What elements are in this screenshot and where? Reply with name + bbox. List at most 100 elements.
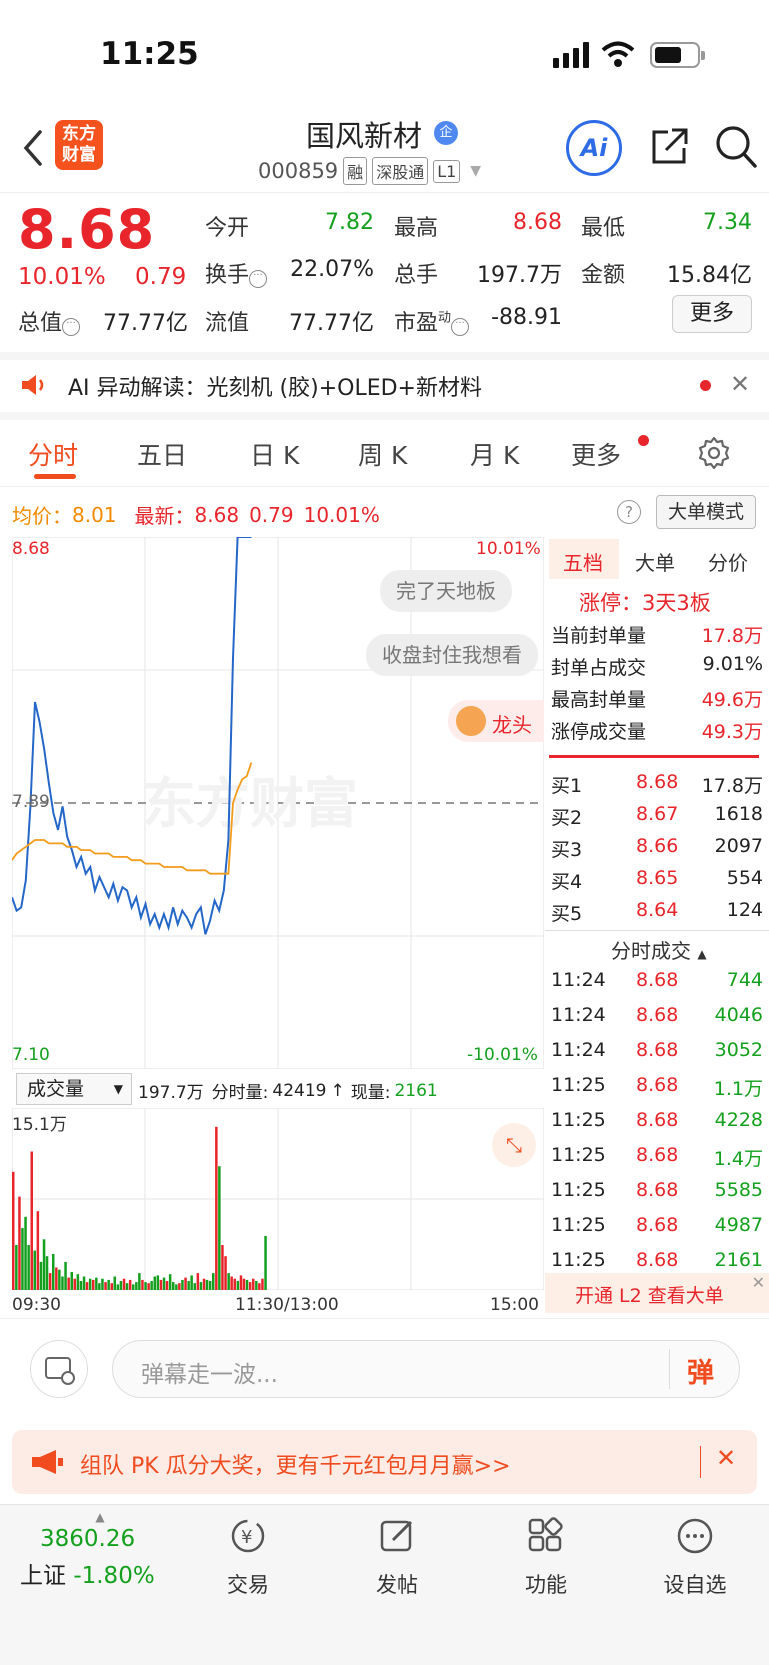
volume-bar xyxy=(61,1276,64,1290)
edit-icon xyxy=(380,1520,413,1552)
close-icon[interactable]: ✕ xyxy=(716,1444,736,1472)
volume-bar xyxy=(116,1284,120,1290)
volume-bar xyxy=(224,1256,227,1290)
comment-input[interactable]: 弹幕走一波... 弹 xyxy=(112,1340,740,1398)
volume-bar xyxy=(221,1245,224,1290)
volume-bar xyxy=(85,1282,89,1290)
volume-bar xyxy=(128,1279,132,1290)
more-circle-icon xyxy=(677,1518,713,1554)
trades-title[interactable]: 分时成交 ▲ xyxy=(611,935,707,964)
volume-bar xyxy=(144,1282,147,1290)
volume-bar xyxy=(30,1151,33,1290)
volume-bar xyxy=(239,1275,243,1290)
avg-label: 均价： xyxy=(12,504,72,528)
volume-bar xyxy=(52,1254,55,1290)
tab-daily-k[interactable]: 日 K xyxy=(250,436,299,472)
divider-red xyxy=(549,755,759,758)
danmaku-toggle-icon[interactable] xyxy=(30,1340,88,1398)
indicator-select[interactable]: 成交量 ▼ xyxy=(16,1073,132,1105)
tab-more[interactable]: 更多 xyxy=(571,436,621,472)
dropdown-caret-icon[interactable]: ▼ xyxy=(470,163,481,179)
promo-banner[interactable]: 组队 PK 瓜分大奖，更有千元红包月月赢>> ✕ xyxy=(12,1430,757,1494)
red-dot xyxy=(638,435,649,446)
status-time: 11:25 xyxy=(100,36,199,72)
volume-bar xyxy=(252,1278,255,1290)
volume-bar xyxy=(73,1278,76,1290)
low-value: 7.34 xyxy=(703,210,752,235)
help-icon[interactable]: ? xyxy=(617,500,641,524)
volume-bar xyxy=(196,1273,200,1290)
danmaku-bubble-dragon: 龙头 xyxy=(448,700,544,742)
volume-bar xyxy=(70,1272,73,1290)
pe-label: 市盈动 ··· xyxy=(394,305,470,337)
volume-bar xyxy=(208,1281,212,1290)
volume-bar xyxy=(181,1279,184,1290)
volume-bar xyxy=(135,1282,138,1290)
ai-button[interactable]: Ai xyxy=(566,120,622,176)
red-dot xyxy=(700,380,711,391)
l2-banner[interactable]: 开通 L2 查看大单 ✕ xyxy=(545,1273,769,1313)
tab-five-levels[interactable]: 五档 xyxy=(563,547,603,576)
volume-bar xyxy=(230,1276,233,1290)
volume-bar xyxy=(58,1269,61,1290)
tab-big-orders[interactable]: 大单 xyxy=(635,547,675,576)
volume-bar xyxy=(202,1278,206,1290)
settings-icon[interactable] xyxy=(697,436,731,470)
volume-bar xyxy=(18,1196,21,1290)
expand-icon[interactable]: ⤡ xyxy=(492,1123,536,1167)
send-danmaku-button[interactable]: 弹 xyxy=(687,1351,714,1390)
tab-monthly-k[interactable]: 月 K xyxy=(470,436,519,472)
volume-bar xyxy=(45,1256,49,1290)
volume-bar xyxy=(184,1277,187,1290)
tab-5day[interactable]: 五日 xyxy=(137,436,187,472)
float-cap-label: 流值 xyxy=(205,311,250,336)
nav-functions[interactable]: 功能 xyxy=(496,1516,596,1599)
yen-cycle-icon: ¥ xyxy=(231,1519,265,1553)
stock-name: 国风新材 xyxy=(306,119,423,153)
mascot-icon xyxy=(456,706,486,736)
volume-bar xyxy=(27,1245,30,1290)
intraday-chart[interactable]: 东方财富 xyxy=(12,537,544,1069)
stock-code: 000859 xyxy=(258,159,339,183)
volume-bar xyxy=(153,1276,156,1290)
volume-bar xyxy=(88,1278,92,1290)
volume-bar xyxy=(122,1278,126,1290)
watermark: 东方财富 xyxy=(142,772,358,835)
search-icon[interactable] xyxy=(714,124,758,170)
latest-change: 0.79 xyxy=(249,502,294,527)
amount-label: 金额 xyxy=(581,263,626,288)
volume-bar xyxy=(95,1277,98,1290)
volume-bar xyxy=(101,1278,104,1290)
back-icon[interactable] xyxy=(18,128,48,168)
volume-bar xyxy=(190,1275,193,1290)
latest-value: 8.68 xyxy=(194,502,240,527)
volume-bar xyxy=(21,1228,24,1290)
high-value: 8.68 xyxy=(513,210,562,235)
volume-bar xyxy=(132,1284,135,1290)
index-ticker[interactable]: ▲ 3860.26 上证 -1.80% xyxy=(20,1510,180,1590)
danmaku-bubble: 收盘封住我想看 xyxy=(366,634,538,676)
volume-bar xyxy=(162,1277,166,1290)
close-icon[interactable]: ✕ xyxy=(730,370,750,398)
volume-bar xyxy=(242,1278,246,1290)
big-order-mode-button[interactable]: 大单模式 xyxy=(656,495,756,529)
nav-trade[interactable]: ¥ 交易 xyxy=(198,1516,298,1599)
nav-add-watchlist[interactable]: 设自选 xyxy=(645,1516,745,1599)
volume-bar xyxy=(156,1275,160,1290)
volume-bar xyxy=(15,1245,18,1290)
close-icon[interactable]: ✕ xyxy=(752,1273,765,1292)
volume-bar xyxy=(150,1281,153,1290)
nav-post[interactable]: 发帖 xyxy=(347,1516,447,1599)
volume-bar xyxy=(199,1282,203,1290)
limit-up-info: 涨停：3天3板 xyxy=(579,591,711,615)
tab-weekly-k[interactable]: 周 K xyxy=(358,436,407,472)
signal-icon xyxy=(553,42,591,68)
tab-price-distribution[interactable]: 分价 xyxy=(708,547,748,576)
more-button[interactable]: 更多 xyxy=(672,295,752,333)
tab-underline xyxy=(34,474,76,479)
tab-intraday[interactable]: 分时 xyxy=(28,436,78,472)
volume-bar xyxy=(82,1276,86,1290)
share-icon[interactable] xyxy=(648,126,690,168)
volume-bar xyxy=(212,1273,215,1290)
volume-bar xyxy=(55,1267,58,1290)
